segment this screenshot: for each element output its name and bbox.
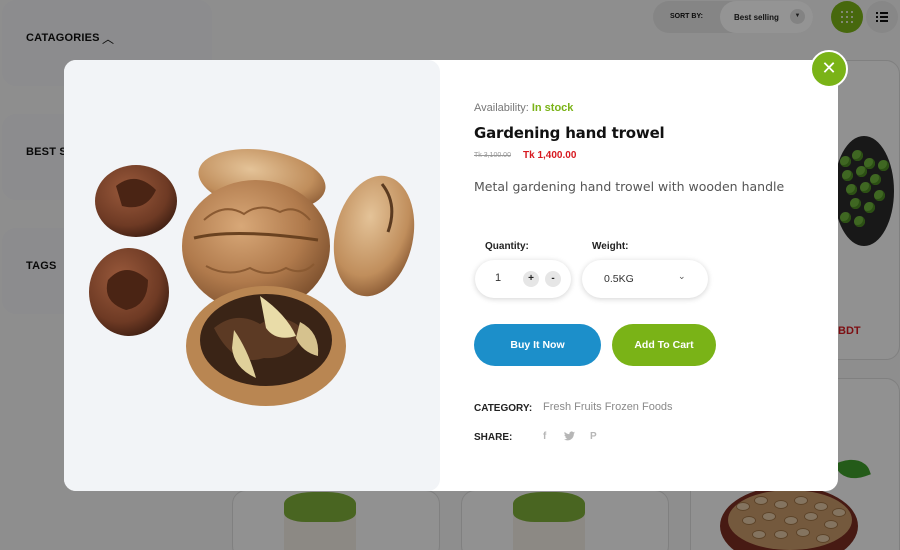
add-to-cart-button[interactable]: Add To Cart [612,324,716,366]
availability: Availability: In stock [474,102,573,114]
close-button[interactable]: ✕ [810,50,848,88]
quantity-input[interactable]: 1 [495,272,501,284]
product-image [64,60,440,491]
product-description: Metal gardening hand trowel with wooden … [474,179,785,194]
quantity-label: Quantity: [485,241,529,252]
walnut-pecan-image [89,148,415,406]
category-link-fresh-fruits[interactable]: Fresh Fruits [543,401,602,413]
stock-status: In stock [531,102,574,114]
twitter-icon[interactable] [564,431,575,444]
quantity-increase-button[interactable]: + [523,271,539,287]
chevron-down-icon: ⌄ [678,271,686,281]
sale-price: Tk 1,400.00 [523,150,577,161]
close-icon: ✕ [821,58,837,79]
weight-label: Weight: [592,241,629,252]
category-link-frozen-foods[interactable]: Frozen Foods [605,401,673,413]
category-links: Fresh Fruits Frozen Foods [543,401,676,413]
weight-value: 0.5KG [604,273,634,285]
quick-view-modal: ✕ Availability: In stock Gardening hand t… [64,50,848,491]
facebook-icon[interactable]: f [543,431,546,442]
weight-select[interactable]: 0.5KG ⌄ [582,260,708,298]
share-label: SHARE: [474,432,513,443]
category-label: CATEGORY: [474,403,533,414]
availability-label: Availability: [474,102,529,114]
product-title: Gardening hand trowel [474,124,665,142]
old-price: Tk 3,100.00 [474,152,511,159]
pinterest-icon[interactable]: P [590,431,597,442]
buy-now-button[interactable]: Buy It Now [474,324,601,366]
quantity-stepper: 1 + - [475,260,571,298]
quantity-decrease-button[interactable]: - [545,271,561,287]
